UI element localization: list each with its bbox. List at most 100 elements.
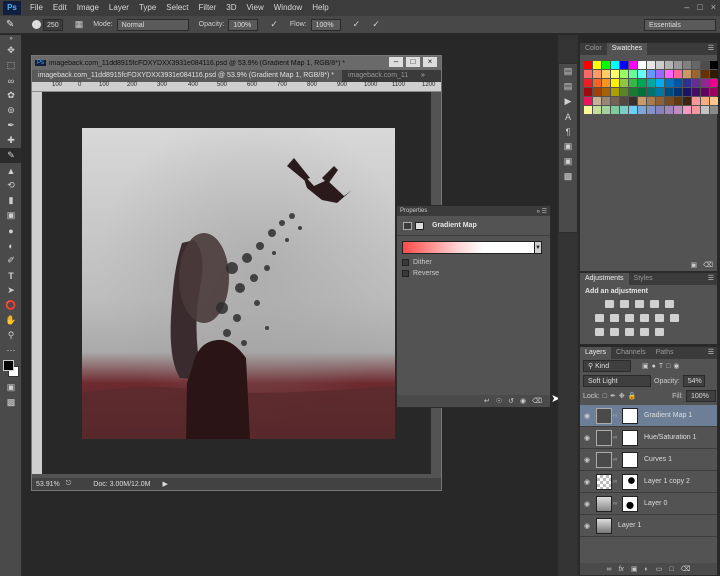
swatch[interactable] xyxy=(710,97,718,105)
swatch[interactable] xyxy=(629,88,637,96)
status-menu-icon[interactable]: ▶ xyxy=(163,480,168,488)
swatch[interactable] xyxy=(656,88,664,96)
new-layer-icon[interactable]: □ xyxy=(669,566,673,573)
swatch[interactable] xyxy=(665,61,673,69)
black-white-icon[interactable] xyxy=(625,314,634,322)
blend-mode-select[interactable]: Soft Light xyxy=(583,375,651,387)
pressure-opacity-icon[interactable]: ✓ xyxy=(270,19,278,30)
chain-link-icon[interactable]: ∞ xyxy=(613,435,618,441)
move-tool-icon[interactable]: ✥ xyxy=(0,43,22,58)
screen-mode-icon[interactable]: ▩ xyxy=(0,395,22,410)
lock-icons[interactable]: □✒✥🔒 xyxy=(603,392,640,400)
swatch[interactable] xyxy=(647,106,655,114)
swatch[interactable] xyxy=(656,70,664,78)
swatch[interactable] xyxy=(665,106,673,114)
blur-tool-icon[interactable]: ● xyxy=(0,223,22,238)
color-balance-icon[interactable] xyxy=(610,314,619,322)
dither-checkbox[interactable] xyxy=(402,259,409,266)
swatch[interactable] xyxy=(710,106,718,114)
clone-stamp-tool-icon[interactable]: ▲ xyxy=(0,163,22,178)
brush-size-field[interactable]: 250 xyxy=(43,18,63,31)
swatch[interactable] xyxy=(656,79,664,87)
swatch[interactable] xyxy=(710,70,718,78)
swatch[interactable] xyxy=(584,79,592,87)
layer-mask-thumb[interactable] xyxy=(622,429,638,446)
swatch[interactable] xyxy=(638,61,646,69)
curves-icon[interactable] xyxy=(635,300,644,308)
dither-row[interactable]: Dither xyxy=(402,259,432,266)
menu-window[interactable]: Window xyxy=(269,0,307,16)
layer-row-layer-1[interactable]: ◉ Layer 1 xyxy=(580,515,717,537)
swatch[interactable] xyxy=(611,70,619,78)
pressure-size-icon[interactable]: ✓ xyxy=(372,19,380,30)
swatch[interactable] xyxy=(629,97,637,105)
visibility-eye-icon[interactable]: ◉ xyxy=(580,456,594,464)
swatch[interactable] xyxy=(674,70,682,78)
tabs-overflow-icon[interactable]: » xyxy=(418,70,428,82)
brightness-contrast-icon[interactable] xyxy=(605,300,614,308)
healing-brush-tool-icon[interactable]: ✚ xyxy=(0,133,22,148)
minimize-icon[interactable]: – xyxy=(684,2,689,12)
swatch[interactable] xyxy=(701,106,709,114)
gradient-tool-icon[interactable]: ▣ xyxy=(0,208,22,223)
swatch[interactable] xyxy=(647,88,655,96)
threshold-icon[interactable] xyxy=(625,328,634,336)
tab-styles[interactable]: Styles xyxy=(629,273,658,285)
swatch[interactable] xyxy=(647,70,655,78)
swatch[interactable] xyxy=(656,61,664,69)
menu-image[interactable]: Image xyxy=(72,0,104,16)
properties-panel-icon[interactable]: ▩ xyxy=(559,169,577,184)
path-selection-tool-icon[interactable]: ➤ xyxy=(0,283,22,298)
actions-panel-icon[interactable]: ▤ xyxy=(559,79,577,94)
quick-select-tool-icon[interactable]: ✿ xyxy=(0,88,22,103)
clip-to-layer-icon[interactable]: ↵ xyxy=(484,397,490,405)
swatch[interactable] xyxy=(683,106,691,114)
vibrance-icon[interactable] xyxy=(665,300,674,308)
delete-swatch-icon[interactable]: ⌫ xyxy=(703,261,713,269)
navigator-panel-icon[interactable]: ▣ xyxy=(559,154,577,169)
swatches-menu-icon[interactable]: ☰ xyxy=(708,43,717,55)
layer-row-gradient-map-1[interactable]: ◉ ∞ Gradient Map 1 xyxy=(580,405,717,427)
properties-header[interactable]: Properties » ☰ xyxy=(397,206,550,216)
swatch[interactable] xyxy=(584,106,592,114)
tab-layers[interactable]: Layers xyxy=(580,347,612,359)
swatch[interactable] xyxy=(692,106,700,114)
paragraph-panel-icon[interactable]: ¶ xyxy=(559,124,577,139)
pen-tool-icon[interactable]: ✐ xyxy=(0,253,22,268)
menu-layer[interactable]: Layer xyxy=(104,0,134,16)
delete-layer-icon[interactable]: ⌫ xyxy=(681,565,691,573)
swatch[interactable] xyxy=(629,61,637,69)
zoom-tool-icon[interactable]: ⚲ xyxy=(0,328,22,343)
swatch[interactable] xyxy=(674,79,682,87)
swatch[interactable] xyxy=(593,70,601,78)
layer-row-layer-1-copy-2[interactable]: ◉ ∞ Layer 1 copy 2 xyxy=(580,471,717,493)
brush-tool-icon[interactable]: ✎ xyxy=(6,19,20,30)
levels-icon[interactable] xyxy=(620,300,629,308)
hue-saturation-icon[interactable] xyxy=(595,314,604,322)
swatch[interactable] xyxy=(710,79,718,87)
swatch[interactable] xyxy=(584,88,592,96)
doc-close-icon[interactable]: × xyxy=(423,57,437,67)
visibility-eye-icon[interactable]: ◉ xyxy=(580,434,594,442)
layer-mask-thumb[interactable] xyxy=(622,495,638,512)
document-titlebar[interactable]: Ps imageback.com_11dd8915fcFOXYDXX3931e0… xyxy=(32,56,441,70)
filter-kind-select[interactable]: ⚲ Kind xyxy=(583,360,631,372)
swatch[interactable] xyxy=(710,61,718,69)
visibility-eye-icon[interactable]: ◉ xyxy=(580,412,594,420)
layer-name[interactable]: Layer 0 xyxy=(644,500,667,507)
foreground-color-icon[interactable] xyxy=(3,360,14,371)
share-icon[interactable]: ⎋ xyxy=(66,480,72,488)
canvas-image[interactable] xyxy=(82,128,395,439)
swatch[interactable] xyxy=(638,106,646,114)
swatch[interactable] xyxy=(647,97,655,105)
tab-channels[interactable]: Channels xyxy=(611,347,651,359)
doc-minimize-icon[interactable]: – xyxy=(389,57,403,67)
swatch[interactable] xyxy=(593,106,601,114)
menu-filter[interactable]: Filter xyxy=(194,0,222,16)
swatch[interactable] xyxy=(638,88,646,96)
gradient-dropdown-icon[interactable]: ▼ xyxy=(534,241,542,254)
selective-color-icon[interactable] xyxy=(655,328,664,336)
layer-name[interactable]: Hue/Saturation 1 xyxy=(644,434,697,441)
menu-3d[interactable]: 3D xyxy=(221,0,241,16)
brush-preset-dropdown[interactable]: 250 xyxy=(32,18,63,31)
